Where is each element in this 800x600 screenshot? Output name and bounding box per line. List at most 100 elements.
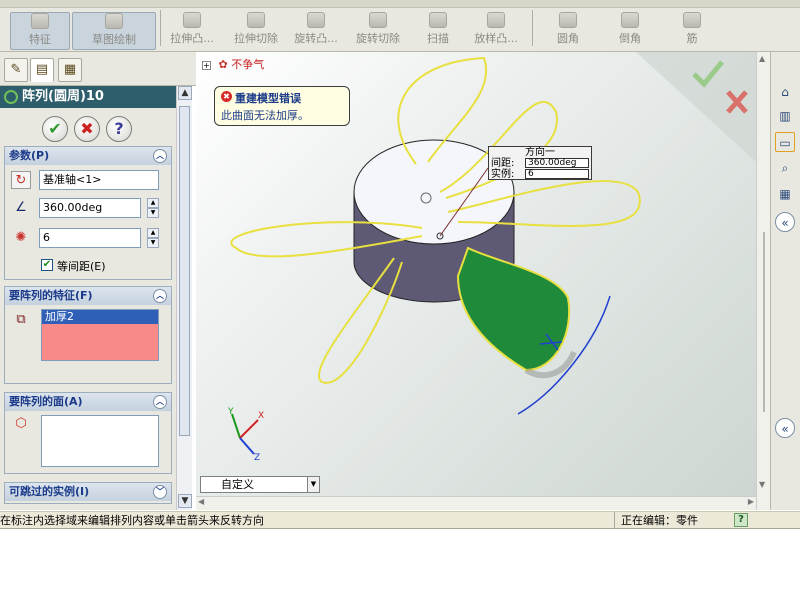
instances-spinner[interactable]: ▲ ▼ xyxy=(147,228,159,248)
spacing-row: 间距: 360.00deg xyxy=(489,158,591,169)
status-editing: 正在编辑：零件 xyxy=(614,512,728,529)
parameters-group-header[interactable]: 参数(P) ︿ xyxy=(5,147,171,165)
status-help-icon[interactable]: ? xyxy=(734,513,748,527)
instances-icon: ✺ xyxy=(15,230,27,245)
pattern-dimension-callout: 方向一 间距: 360.00deg 实例: 6 xyxy=(488,146,592,180)
fillet-label: 圆角 xyxy=(557,32,579,45)
spin-down-icon[interactable]: ▼ xyxy=(147,208,159,218)
help-icon: ? xyxy=(114,119,124,138)
tab-features[interactable]: 特征 xyxy=(10,12,70,50)
sweep-label: 扫描 xyxy=(427,32,449,45)
spin-down-icon[interactable]: ▼ xyxy=(147,238,159,248)
scroll-down-icon[interactable]: ▼ xyxy=(178,494,192,508)
instances-to-skip-title: 可跳过的实例(I) xyxy=(9,485,90,498)
search-icon[interactable]: ⌕ xyxy=(775,158,795,178)
reverse-direction-icon[interactable]: ↻ xyxy=(11,171,31,189)
property-manager-tab[interactable]: ▤ xyxy=(30,58,54,82)
tree-root-label[interactable]: 不争气 xyxy=(231,58,264,71)
loft-button[interactable]: 放样凸... xyxy=(468,12,524,50)
status-hint: 在标注内选择域来编辑排列内容或单击箭头来反转方向 xyxy=(0,514,264,527)
extrude-cut-button[interactable]: 拉伸切除 xyxy=(228,12,284,50)
scroll-left-icon[interactable]: ◀ xyxy=(198,497,204,506)
extrude-boss-label: 拉伸凸... xyxy=(170,32,214,45)
faces-to-pattern-group: 要阵列的面(A) ︿ ⬡ xyxy=(4,392,172,474)
fillet-button[interactable]: 圆角 xyxy=(548,12,588,50)
property-manager-scrollbar[interactable]: ▲ ▼ xyxy=(176,86,192,510)
viewport-horizontal-scrollbar[interactable]: ◀ ▶ xyxy=(196,496,756,510)
tab-sketch-label: 草图绘制 xyxy=(92,33,136,46)
ok-button[interactable]: ✔ xyxy=(42,116,68,142)
scroll-down-icon[interactable]: ▼ xyxy=(759,480,765,489)
scroll-right-icon[interactable]: ▶ xyxy=(748,497,754,506)
features-to-pattern-header[interactable]: 要阵列的特征(F) ︿ xyxy=(5,287,171,305)
equal-spacing-label: 等间距(E) xyxy=(57,260,106,273)
configuration-icon: ▦ xyxy=(63,62,77,77)
faces-to-pattern-header[interactable]: 要阵列的面(A) ︿ xyxy=(5,393,171,411)
error-title-row: ✖ 重建模型错误 xyxy=(221,90,343,106)
circular-pattern-icon xyxy=(4,90,18,104)
scrollbar-thumb[interactable] xyxy=(179,106,190,436)
svg-text:X: X xyxy=(258,411,264,421)
rib-button[interactable]: 筋 xyxy=(672,12,712,50)
chamfer-icon xyxy=(621,12,639,28)
file-explorer-icon[interactable]: ▭ xyxy=(775,132,795,152)
angle-input[interactable]: 360.00deg xyxy=(39,198,141,218)
help-button[interactable]: ? xyxy=(106,116,132,142)
collapse-chevron-icon[interactable]: ︿ xyxy=(153,289,167,303)
dim-callout-title: 方向一 xyxy=(525,147,555,158)
fillet-icon xyxy=(559,12,577,28)
collapse-left-icon[interactable]: « xyxy=(775,418,795,438)
features-to-pattern-title: 要阵列的特征(F) xyxy=(9,289,93,302)
part-icon: ✿ xyxy=(218,58,228,71)
angle-spinner[interactable]: ▲ ▼ xyxy=(147,198,159,218)
tab-sketch[interactable]: 草图绘制 xyxy=(72,12,156,50)
features-list-icon: ⧉ xyxy=(16,312,26,327)
collapse-left-icon[interactable]: « xyxy=(775,212,795,232)
configuration-dropdown[interactable]: 自定义 ▼ xyxy=(200,476,320,493)
configuration-manager-tab[interactable]: ▦ xyxy=(58,58,82,82)
equal-spacing-checkbox[interactable]: ✔ xyxy=(41,259,53,271)
scroll-up-icon[interactable]: ▲ xyxy=(178,86,192,100)
expand-icon[interactable]: + xyxy=(202,61,211,70)
spin-up-icon[interactable]: ▲ xyxy=(147,198,159,208)
error-message: 此曲面无法加厚。 xyxy=(221,109,309,122)
parameters-group: 参数(P) ︿ ↻ 基准轴<1> ∠ 360.00deg ▲ ▼ ✺ 6 ▲ ▼… xyxy=(4,146,172,280)
spin-up-icon[interactable]: ▲ xyxy=(147,228,159,238)
extrude-boss-button[interactable]: 拉伸凸... xyxy=(164,12,220,50)
list-item[interactable]: 加厚2 xyxy=(42,310,158,324)
viewport-vertical-scrollbar[interactable]: ▲ ▼ xyxy=(756,52,770,510)
pattern-axis-row: ↻ 基准轴<1> xyxy=(9,169,169,191)
spacing-value-field[interactable]: 360.00deg xyxy=(525,158,589,168)
chevron-down-icon[interactable]: ▼ xyxy=(307,477,319,492)
parameters-group-title: 参数(P) xyxy=(9,149,50,162)
angle-row: ∠ 360.00deg ▲ ▼ xyxy=(9,197,169,219)
loft-label: 放样凸... xyxy=(474,32,518,45)
revolve-cut-button[interactable]: 旋转切除 xyxy=(350,12,406,50)
pattern-axis-field[interactable]: 基准轴<1> xyxy=(39,170,159,190)
features-to-pattern-list[interactable]: 加厚2 xyxy=(41,309,159,361)
instances-to-skip-header[interactable]: 可跳过的实例(I) ﹀ xyxy=(5,483,171,501)
chamfer-label: 倒角 xyxy=(619,32,641,45)
cancel-button[interactable]: ✖ xyxy=(74,116,100,142)
features-to-pattern-group: 要阵列的特征(F) ︿ ⧉ 加厚2 xyxy=(4,286,172,384)
scroll-up-icon[interactable]: ▲ xyxy=(759,54,765,63)
angle-icon: ∠ xyxy=(15,200,27,215)
design-library-icon[interactable]: ▥ xyxy=(775,106,795,126)
collapse-chevron-icon[interactable]: ︿ xyxy=(153,149,167,163)
view-palette-icon[interactable]: ▦ xyxy=(775,184,795,204)
feature-tree-icon: ✎ xyxy=(10,62,22,77)
revolve-cut-label: 旋转切除 xyxy=(356,32,400,45)
sweep-button[interactable]: 扫描 xyxy=(420,12,456,50)
chamfer-button[interactable]: 倒角 xyxy=(610,12,650,50)
expand-chevron-icon[interactable]: ﹀ xyxy=(153,485,167,499)
configuration-value: 自定义 xyxy=(221,478,254,491)
instances-input[interactable]: 6 xyxy=(39,228,141,248)
feature-manager-tab[interactable]: ✎ xyxy=(4,58,28,82)
home-icon[interactable]: ⌂ xyxy=(775,82,795,102)
instances-value-field[interactable]: 6 xyxy=(525,169,589,179)
collapse-chevron-icon[interactable]: ︿ xyxy=(153,395,167,409)
thicken-face[interactable] xyxy=(456,246,571,372)
revolve-boss-button[interactable]: 旋转凸... xyxy=(288,12,344,50)
property-manager-header: 阵列(圆周)10 xyxy=(0,86,176,108)
faces-to-pattern-list[interactable] xyxy=(41,415,159,467)
